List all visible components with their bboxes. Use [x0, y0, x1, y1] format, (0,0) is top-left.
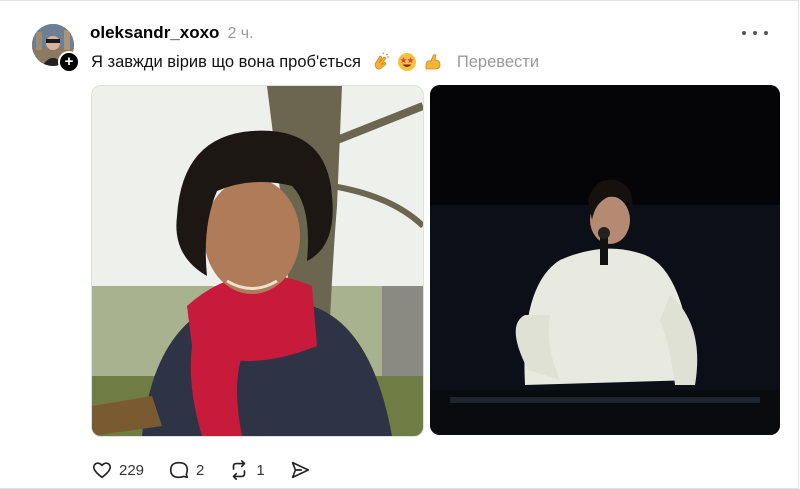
photo-woman-red-scarf[interactable]: [91, 85, 424, 437]
repost-count: 1: [256, 461, 265, 479]
post-text: Я завжди вірив що вона проб'ється: [91, 52, 361, 71]
post-body: Я завжди вірив що вона проб'ється Переве…: [91, 52, 539, 72]
like-count: 229: [119, 461, 145, 479]
post-actions: 229 2 1: [91, 459, 311, 481]
follow-plus-button[interactable]: +: [58, 51, 80, 73]
threads-post: + oleksandr_xoxo 2 ч. Я завжди вірив що …: [0, 0, 799, 489]
reply-button[interactable]: 2: [168, 459, 204, 481]
translate-link[interactable]: Перевести: [457, 53, 539, 72]
post-timestamp: 2 ч.: [227, 25, 254, 42]
send-icon: [291, 461, 309, 479]
photo-stage-performer[interactable]: [430, 85, 780, 435]
heart-icon: [92, 462, 112, 479]
username[interactable]: oleksandr_xoxo: [90, 23, 219, 43]
emoji-group: [371, 52, 443, 72]
post-header: oleksandr_xoxo 2 ч.: [90, 23, 254, 43]
star-struck-emoji: [397, 53, 416, 71]
more-options-icon[interactable]: [742, 23, 768, 43]
photo-stage-performer-image: [430, 85, 780, 435]
reply-count: 2: [196, 461, 205, 479]
repost-button[interactable]: 1: [228, 459, 265, 481]
share-button[interactable]: [289, 459, 311, 481]
flexed-biceps-emoji: [425, 54, 441, 70]
clapping-hands-emoji: [374, 52, 389, 70]
repost-icon: [233, 460, 246, 480]
like-button[interactable]: 229: [91, 459, 144, 481]
reply-bubble-icon: [169, 461, 189, 479]
photo-woman-red-scarf-image: [92, 86, 423, 436]
